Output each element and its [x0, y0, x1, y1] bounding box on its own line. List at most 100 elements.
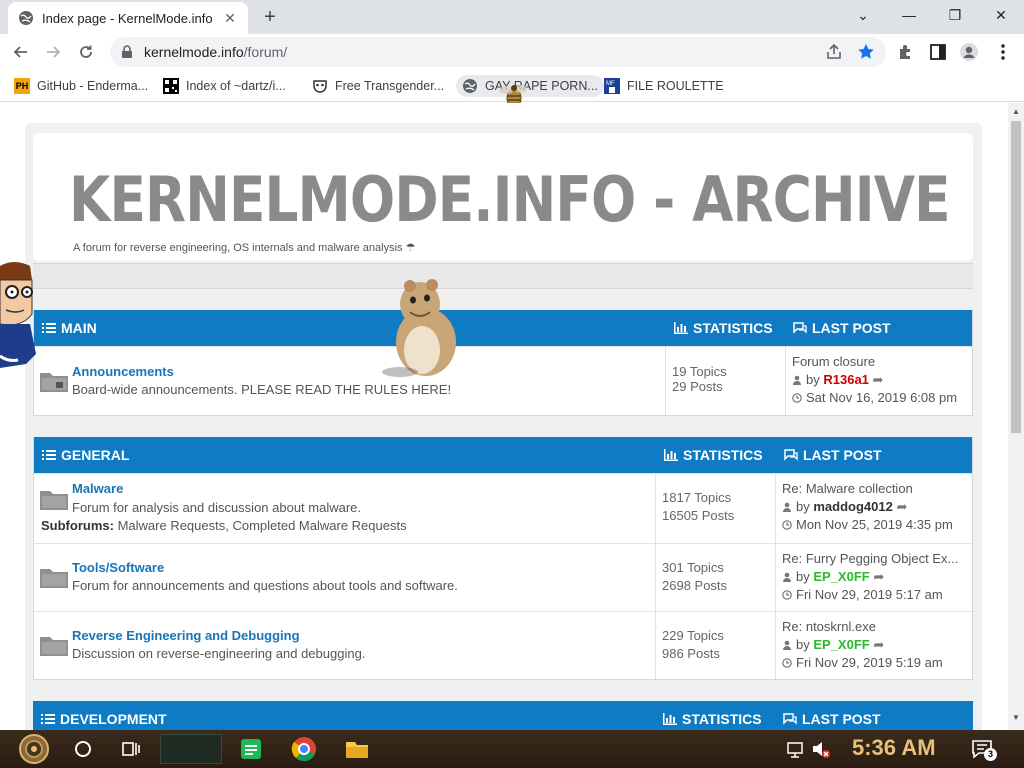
section-header: MAIN STATISTICS LAST POST [34, 310, 972, 346]
forum-title-link[interactable]: Announcements [72, 364, 174, 379]
forum-description: Forum for analysis and discussion about … [72, 500, 362, 515]
section-title[interactable]: MAIN [42, 320, 97, 336]
last-post-info: Re: Malware collection by maddog4012 ➦ M… [775, 474, 973, 543]
network-icon[interactable] [786, 734, 806, 764]
profile-avatar-icon[interactable] [959, 42, 979, 62]
forum-description: Board-wide announcements. PLEASE READ TH… [72, 382, 452, 397]
list-icon [41, 714, 55, 724]
last-post-info: Forum closure by R136a1 ➦ Sat Nov 16, 20… [785, 347, 973, 415]
side-panel-icon[interactable] [928, 42, 948, 62]
chrome-icon[interactable] [288, 734, 320, 764]
scrollbar-thumb[interactable] [1011, 121, 1021, 433]
clock-icon [782, 520, 792, 530]
file-roulette-icon: MF [604, 78, 620, 94]
user-icon [793, 375, 801, 385]
forum-title-link[interactable]: Tools/Software [72, 560, 164, 575]
last-post-user[interactable]: EP_X0FF [813, 569, 869, 584]
section-title[interactable]: GENERAL [42, 447, 129, 463]
subforums-list: Subforums: Malware Requests, Completed M… [41, 518, 407, 533]
new-tab-button[interactable]: + [258, 5, 282, 29]
extensions-icon[interactable] [896, 42, 916, 62]
volume-muted-icon[interactable] [810, 734, 832, 764]
bookmark-index-dartz[interactable]: Index of ~dartz/i... [157, 75, 292, 97]
last-post-title[interactable]: Re: Malware collection [782, 480, 973, 498]
goto-post-icon[interactable]: ➦ [896, 499, 907, 514]
last-post-info: Re: Furry Pegging Object Ex... by EP_X0F… [775, 544, 973, 611]
notes-app-icon[interactable] [236, 734, 266, 764]
section-development: DEVELOPMENT STATISTICS LAST POST [33, 701, 973, 730]
start-button-icon[interactable] [10, 734, 58, 764]
browser-tab[interactable]: Index page - KernelMode.info ✕ [8, 2, 248, 34]
bookmark-file-roulette[interactable]: MF FILE ROULETTE [598, 75, 730, 97]
reload-button[interactable] [73, 39, 99, 65]
address-bar[interactable]: kernelmode.info/forum/ [110, 37, 886, 67]
list-icon [42, 323, 56, 333]
forum-header: KERNELMODE.INFO - ARCHIVE A forum for re… [33, 133, 973, 261]
share-icon[interactable] [824, 42, 844, 62]
forum-title-link[interactable]: Reverse Engineering and Debugging [72, 628, 300, 643]
tab-title: Index page - KernelMode.info [42, 10, 213, 26]
forum-stats: 229 Topics 986 Posts [655, 612, 775, 679]
page-viewport: KERNELMODE.INFO - ARCHIVE A forum for re… [0, 103, 1008, 730]
mask-icon [313, 80, 327, 93]
user-icon [783, 572, 791, 582]
browser-toolbar: kernelmode.info/forum/ [0, 34, 1024, 70]
last-post-title[interactable]: Re: ntoskrnl.exe [782, 618, 973, 636]
last-post-user[interactable]: maddog4012 [813, 499, 892, 514]
back-button[interactable] [8, 39, 34, 65]
scroll-down-icon[interactable]: ▼ [1008, 711, 1024, 725]
user-icon [783, 640, 791, 650]
subforum-links[interactable]: Malware Requests, Completed Malware Requ… [118, 518, 407, 533]
taskbar-blank-app[interactable] [160, 734, 222, 764]
last-post-user[interactable]: R136a1 [823, 372, 869, 387]
forward-arrow-icon [47, 46, 61, 58]
windows-taskbar: 5:36 AM 3 [0, 730, 1024, 768]
svg-text:MF: MF [606, 81, 615, 87]
task-view-icon[interactable] [118, 734, 144, 764]
forward-button[interactable] [40, 39, 66, 65]
taskbar-clock[interactable]: 5:36 AM [852, 735, 936, 761]
scroll-up-icon[interactable]: ▲ [1008, 105, 1024, 119]
qr-icon [163, 78, 179, 94]
last-post-title[interactable]: Forum closure [792, 353, 973, 371]
forum-row: Tools/Software Forum for announcements a… [34, 543, 972, 611]
search-circle-icon[interactable] [70, 734, 96, 764]
url-text: kernelmode.info/forum/ [144, 44, 288, 60]
file-explorer-icon[interactable] [342, 734, 372, 764]
bar-chart-icon [674, 322, 688, 334]
forum-row: Announcements Board-wide announcements. … [34, 346, 972, 415]
close-window-button[interactable]: ✕ [978, 0, 1024, 30]
bookmark-free-transgender[interactable]: Free Transgender... [306, 75, 450, 97]
goto-post-icon[interactable]: ➦ [873, 372, 884, 387]
forum-title-link[interactable]: Malware [72, 481, 123, 496]
restore-button[interactable]: ❐ [932, 0, 978, 30]
forum-stats: 301 Topics 2698 Posts [655, 544, 775, 611]
site-title[interactable]: KERNELMODE.INFO - ARCHIVE [69, 163, 951, 236]
bar-chart-icon [664, 449, 678, 461]
comments-icon [783, 713, 797, 725]
section-title[interactable]: DEVELOPMENT [41, 711, 167, 727]
section-main: MAIN STATISTICS LAST POST Announcements … [33, 310, 973, 416]
last-post-title[interactable]: Re: Furry Pegging Object Ex... [782, 550, 973, 568]
menu-dots-icon[interactable] [993, 42, 1013, 62]
list-icon [42, 450, 56, 460]
forum-row: Reverse Engineering and Debugging Discus… [34, 611, 972, 679]
folder-icon [40, 569, 68, 588]
last-post-user[interactable]: EP_X0FF [813, 637, 869, 652]
site-description: A forum for reverse engineering, OS inte… [73, 242, 416, 254]
bookmark-github[interactable]: PH GitHub - Enderma... [8, 75, 154, 97]
goto-post-icon[interactable]: ➦ [873, 569, 884, 584]
notification-center-icon[interactable]: 3 [970, 734, 1000, 764]
page-scrollbar[interactable]: ▲ ▼ [1008, 103, 1024, 730]
desktop-buddy-man-icon [0, 262, 36, 368]
statistics-header: STATISTICS [664, 447, 763, 463]
goto-post-icon[interactable]: ➦ [873, 637, 884, 652]
desktop-buddy-hamster-icon [382, 279, 456, 377]
reload-icon [80, 45, 92, 58]
section-header: GENERAL STATISTICS LAST POST [34, 437, 972, 473]
minimize-button[interactable]: — [886, 0, 932, 30]
bookmark-star-icon[interactable] [856, 42, 876, 62]
back-arrow-icon [13, 46, 27, 58]
tab-search-icon[interactable]: ⌄ [840, 0, 886, 30]
tab-close-icon[interactable]: ✕ [222, 10, 238, 26]
